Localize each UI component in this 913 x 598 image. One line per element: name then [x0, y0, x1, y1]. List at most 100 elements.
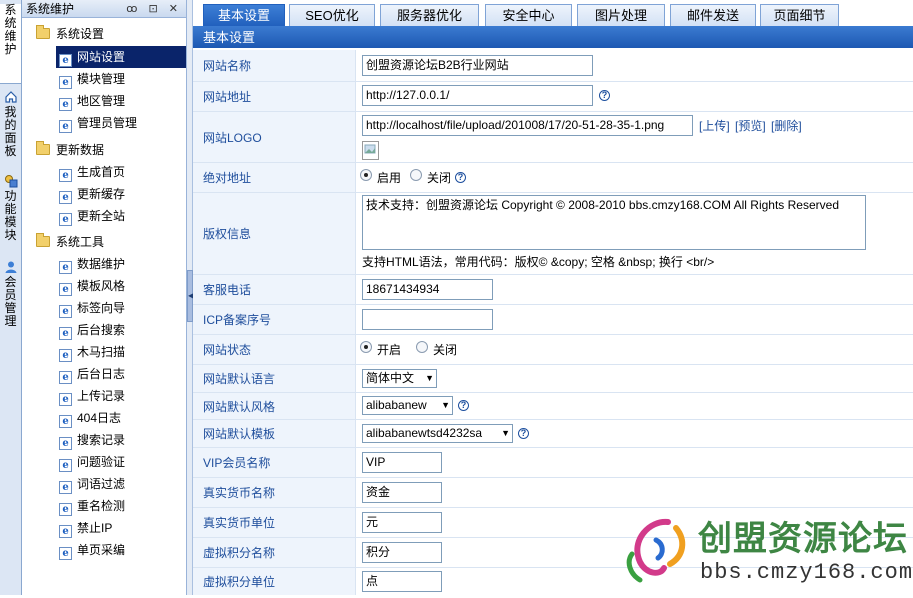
upload-link[interactable]: [上传]: [699, 119, 730, 133]
tree-item[interactable]: e 数据维护: [56, 253, 186, 275]
help-icon[interactable]: ?: [518, 428, 529, 439]
tree-item-label: 木马扫描: [77, 345, 126, 359]
page-icon: e: [59, 305, 72, 318]
module-icon: [4, 175, 17, 188]
tree-item[interactable]: e 更新缓存: [56, 183, 186, 205]
tree-item[interactable]: e 单页采编: [56, 539, 186, 561]
tree-item[interactable]: e 问题验证: [56, 451, 186, 473]
site-name-input[interactable]: 创盟资源论坛B2B行业网站: [362, 55, 593, 76]
delete-link[interactable]: [删除]: [771, 119, 802, 133]
rail-label: 系统维护: [4, 3, 17, 56]
tab-page-details[interactable]: 页面细节: [760, 4, 839, 26]
tree-item-label: 单页采编: [77, 543, 126, 557]
form-row-site-url: 网站地址 http://127.0.0.1/ ?: [193, 82, 913, 112]
tree-item-label: 上传记录: [77, 389, 126, 403]
home-icon: [4, 91, 17, 103]
field-label: 版权信息: [193, 193, 355, 274]
help-icon[interactable]: ?: [455, 172, 466, 183]
tree-item[interactable]: e 木马扫描: [56, 341, 186, 363]
credit-name-input[interactable]: 积分: [362, 542, 442, 563]
tab-image-processing[interactable]: 图片处理: [577, 4, 665, 26]
tree-item[interactable]: e 后台搜索: [56, 319, 186, 341]
tree-item[interactable]: e 搜索记录: [56, 429, 186, 451]
tree-item-label: 词语过滤: [77, 477, 126, 491]
language-select[interactable]: 简体中文 ▼: [362, 369, 437, 388]
status-closed-radio[interactable]: [416, 341, 428, 353]
tree-item[interactable]: e 模块管理: [56, 68, 186, 90]
copyright-textarea[interactable]: 技术支持：创盟资源论坛 Copyright © 2008-2010 bbs.cm…: [362, 195, 866, 250]
field-label: 网站默认风格: [193, 393, 355, 419]
tree-item[interactable]: e 404日志: [56, 407, 186, 429]
site-logo-input[interactable]: http://localhost/file/upload/201008/17/2…: [362, 115, 693, 136]
rail-item-members[interactable]: 会员管理: [0, 258, 21, 340]
money-unit-input[interactable]: 元: [362, 512, 442, 533]
module-rail: 系统维护 我的面板 功能模块 会员管理: [0, 0, 22, 595]
site-url-input[interactable]: http://127.0.0.1/: [362, 85, 593, 106]
page-icon: e: [59, 76, 72, 89]
tree-item[interactable]: e 地区管理: [56, 90, 186, 112]
field-label: 真实货币单位: [193, 508, 355, 537]
watermark-logo: 创盟资源论坛 bbs.cmzy168.com: [620, 510, 912, 595]
tab-security-center[interactable]: 安全中心: [485, 4, 572, 26]
tree-group-system-settings[interactable]: 系统设置: [36, 24, 104, 44]
chevron-down-icon: ▼: [425, 373, 434, 383]
rail-item-panel[interactable]: 我的面板: [0, 88, 21, 170]
tree-item[interactable]: e 禁止IP: [56, 517, 186, 539]
tree-item[interactable]: e 管理员管理: [56, 112, 186, 134]
phone-input[interactable]: 18671434934: [362, 279, 493, 300]
icp-input[interactable]: [362, 309, 493, 330]
rail-item-system[interactable]: 系统维护: [0, 4, 21, 84]
tree-item[interactable]: e 更新全站: [56, 205, 186, 227]
page-icon: e: [59, 327, 72, 340]
tree-group-system-tools[interactable]: 系统工具: [36, 232, 104, 252]
tree-item[interactable]: e 生成首页: [56, 161, 186, 183]
page-icon: e: [59, 283, 72, 296]
preview-link[interactable]: [预览]: [735, 119, 766, 133]
tree-item[interactable]: e 标签向导: [56, 297, 186, 319]
tree-item-label: 搜索记录: [77, 433, 126, 447]
sidebar-pin-controls[interactable]: ꝏ ⊡ ✕: [126, 0, 182, 18]
page-icon: e: [59, 503, 72, 516]
tree-item[interactable]: e 后台日志: [56, 363, 186, 385]
credit-unit-input[interactable]: 点: [362, 571, 442, 592]
field-label: 网站LOGO: [193, 112, 355, 162]
page-icon: e: [59, 547, 72, 560]
tab-basic-settings[interactable]: 基本设置: [203, 4, 285, 26]
page-icon: e: [59, 415, 72, 428]
form-row-money-name: 真实货币名称 资金: [193, 478, 913, 508]
rail-label: 会员管理: [4, 275, 17, 328]
help-icon[interactable]: ?: [458, 400, 469, 411]
page-icon: e: [59, 459, 72, 472]
tree-item-label: 问题验证: [77, 455, 126, 469]
money-name-input[interactable]: 资金: [362, 482, 442, 503]
tree-item[interactable]: e 词语过滤: [56, 473, 186, 495]
template-select[interactable]: alibabanewtsd4232sa ▼: [362, 424, 513, 443]
tree-item-label: 管理员管理: [77, 116, 138, 130]
tab-mail-sending[interactable]: 邮件发送: [670, 4, 756, 26]
abs-url-enable-radio[interactable]: [360, 169, 372, 181]
tree-item[interactable]: e 上传记录: [56, 385, 186, 407]
tree-item-site-settings[interactable]: e 网站设置: [56, 46, 186, 68]
tree-item[interactable]: e 模板风格: [56, 275, 186, 297]
field-label: 网站状态: [193, 335, 355, 364]
vip-name-input[interactable]: VIP: [362, 452, 442, 473]
status-open-radio[interactable]: [360, 341, 372, 353]
tab-server-optimization[interactable]: 服务器优化: [380, 4, 479, 26]
tab-seo[interactable]: SEO优化: [289, 4, 375, 26]
rail-item-modules[interactable]: 功能模块: [0, 172, 21, 254]
tree-item-label: 404日志: [77, 411, 122, 425]
field-label: 虚拟积分单位: [193, 568, 355, 595]
tree-item[interactable]: e 重名检测: [56, 495, 186, 517]
field-label: 网站地址: [193, 82, 355, 111]
select-value: alibabanew: [366, 398, 427, 412]
tree-group-label: 更新数据: [56, 143, 105, 157]
form-row-absolute-url: 绝对地址 启用 关闭 ?: [193, 163, 913, 193]
abs-url-disable-radio[interactable]: [410, 169, 422, 181]
style-select[interactable]: alibabanew ▼: [362, 396, 453, 415]
watermark-title: 创盟资源论坛: [698, 519, 908, 559]
tree-item-label: 模板风格: [77, 279, 126, 293]
tree-item-label: 重名检测: [77, 499, 126, 513]
help-icon[interactable]: ?: [599, 90, 610, 101]
field-label: 虚拟积分名称: [193, 538, 355, 567]
tree-group-update-data[interactable]: 更新数据: [36, 140, 104, 160]
